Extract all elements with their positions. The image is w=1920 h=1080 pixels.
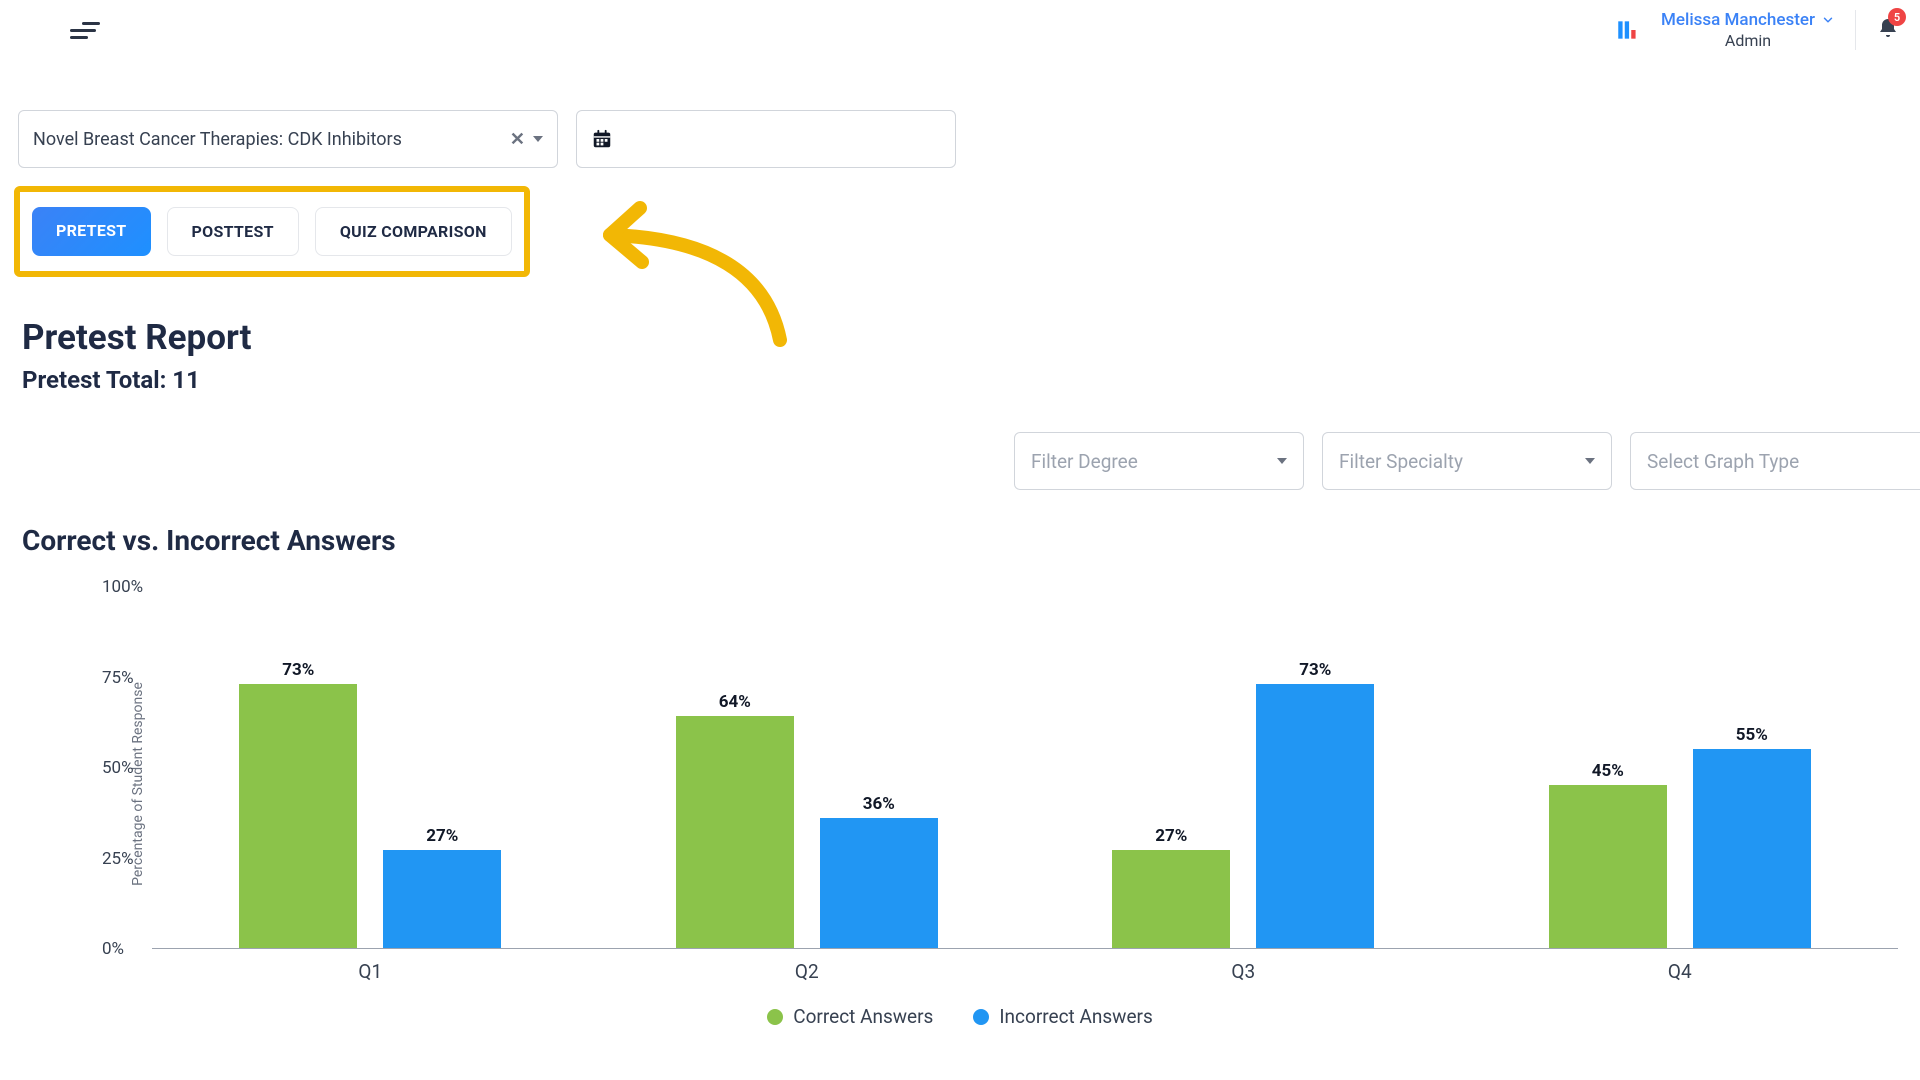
tab-quiz-comparison[interactable]: QUIZ COMPARISON <box>315 207 512 256</box>
user-role-label: Admin <box>1661 31 1835 52</box>
filter-specialty-label: Filter Specialty <box>1339 450 1463 473</box>
y-tick: 75% <box>102 668 134 688</box>
bar-group: 45%55% <box>1549 749 1811 948</box>
course-select-value: Novel Breast Cancer Therapies: CDK Inhib… <box>33 129 402 150</box>
bar-value-label: 36% <box>820 794 938 814</box>
bar-correct: 64% <box>676 716 794 948</box>
chart: Percentage of Student Response 73%27%64%… <box>62 569 1898 999</box>
bar-incorrect: 27% <box>383 850 501 948</box>
tab-posttest[interactable]: POSTTEST <box>167 207 299 256</box>
graph-type-label: Select Graph Type <box>1647 450 1799 473</box>
notification-badge: 5 <box>1888 8 1906 26</box>
chart-legend: Correct Answers Incorrect Answers <box>22 1005 1898 1028</box>
header-right: Melissa Manchester Admin 5 <box>1615 9 1900 52</box>
y-tick: 0% <box>102 939 124 959</box>
bar-value-label: 27% <box>1112 826 1230 846</box>
legend-incorrect-label: Incorrect Answers <box>999 1005 1152 1028</box>
menu-icon[interactable] <box>70 20 100 40</box>
chart-title: Correct vs. Incorrect Answers <box>22 524 1898 557</box>
bar-incorrect: 55% <box>1693 749 1811 948</box>
filter-degree-label: Filter Degree <box>1031 450 1138 473</box>
bar-correct: 45% <box>1549 785 1667 948</box>
bar-group: 64%36% <box>676 716 938 948</box>
legend-correct-label: Correct Answers <box>793 1005 933 1028</box>
y-tick: 100% <box>102 577 143 597</box>
page-subtitle: Pretest Total: 11 <box>0 366 1920 414</box>
right-filters: Filter Degree Filter Specialty Select Gr… <box>1014 432 1920 490</box>
legend-dot-icon <box>973 1009 989 1025</box>
x-tick: Q2 <box>795 960 819 983</box>
notifications-button[interactable]: 5 <box>1876 16 1900 44</box>
user-block: Melissa Manchester Admin <box>1661 9 1835 52</box>
page-title: Pretest Report <box>0 277 1920 366</box>
course-select[interactable]: Novel Breast Cancer Therapies: CDK Inhib… <box>18 110 558 168</box>
filters-row: Novel Breast Cancer Therapies: CDK Inhib… <box>0 60 1920 168</box>
chart-plot: 73%27%64%36%27%73%45%55% <box>152 587 1898 949</box>
clear-icon[interactable]: ✕ <box>510 129 525 150</box>
legend-correct: Correct Answers <box>767 1005 933 1028</box>
bar-value-label: 64% <box>676 692 794 712</box>
x-tick: Q1 <box>358 960 382 983</box>
chevron-down-icon <box>1821 13 1835 27</box>
graph-type-select[interactable]: Select Graph Type <box>1630 432 1920 490</box>
chevron-down-icon <box>1585 458 1595 464</box>
chevron-down-icon <box>533 136 543 142</box>
y-tick: 25% <box>102 849 134 869</box>
bar-incorrect: 73% <box>1256 684 1374 948</box>
chart-section: Correct vs. Incorrect Answers Percentage… <box>0 524 1920 1028</box>
bar-correct: 73% <box>239 684 357 948</box>
bar-value-label: 55% <box>1693 725 1811 745</box>
divider <box>1855 10 1856 50</box>
bar-value-label: 27% <box>383 826 501 846</box>
legend-dot-icon <box>767 1009 783 1025</box>
date-picker[interactable] <box>576 110 956 168</box>
user-name-label: Melissa Manchester <box>1661 9 1815 31</box>
bar-correct: 27% <box>1112 850 1230 948</box>
x-tick: Q4 <box>1668 960 1692 983</box>
y-tick: 50% <box>102 758 134 778</box>
legend-incorrect: Incorrect Answers <box>973 1005 1152 1028</box>
user-menu[interactable]: Melissa Manchester <box>1661 9 1835 31</box>
tab-pretest[interactable]: PRETEST <box>32 207 151 256</box>
filter-degree-select[interactable]: Filter Degree <box>1014 432 1304 490</box>
bar-incorrect: 36% <box>820 818 938 948</box>
bar-value-label: 45% <box>1549 761 1667 781</box>
logo-icon <box>1615 17 1641 43</box>
calendar-icon <box>591 128 613 150</box>
filter-specialty-select[interactable]: Filter Specialty <box>1322 432 1612 490</box>
bar-value-label: 73% <box>239 660 357 680</box>
bar-group: 73% 27% <box>239 684 501 948</box>
tabs: PRETEST POSTTEST QUIZ COMPARISON <box>14 186 530 277</box>
bar-value-label: 73% <box>1256 660 1374 680</box>
x-tick: Q3 <box>1231 960 1255 983</box>
header: Melissa Manchester Admin 5 <box>0 0 1920 60</box>
chevron-down-icon <box>1277 458 1287 464</box>
bar-group: 27% 73% <box>1112 684 1374 948</box>
